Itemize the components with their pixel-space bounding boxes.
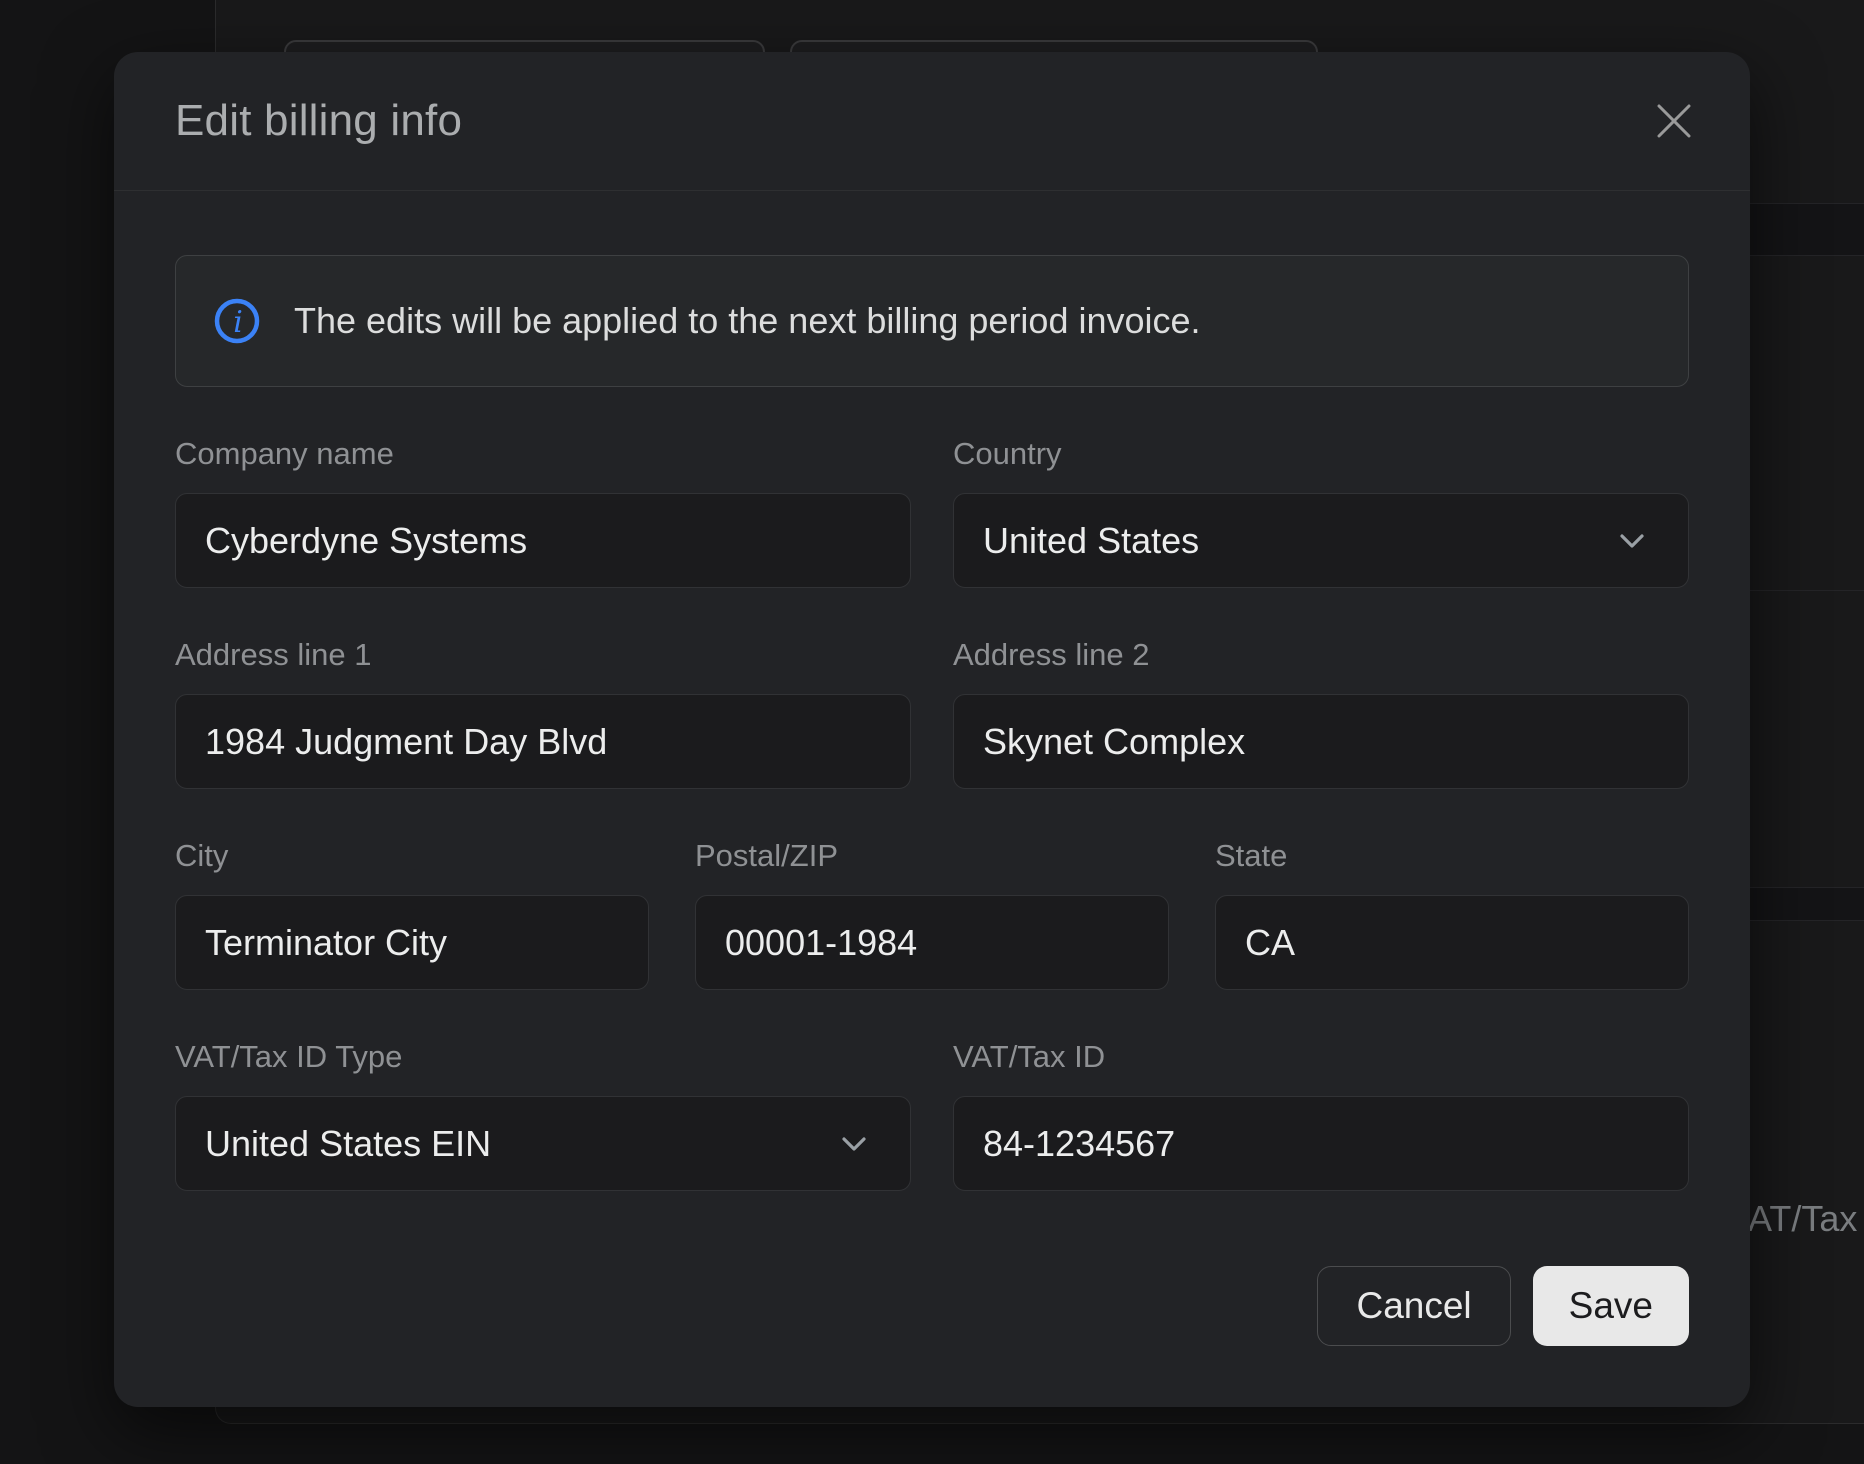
background-row-band: [1744, 888, 1864, 920]
svg-text:i: i: [233, 305, 243, 340]
vat-tax-id-label: VAT/Tax ID: [953, 1038, 1689, 1076]
background-divider: [1744, 887, 1864, 888]
state-label: State: [1215, 837, 1689, 875]
address-line-2-input[interactable]: [953, 694, 1689, 789]
address-line-2-label: Address line 2: [953, 636, 1689, 674]
company-name-label: Company name: [175, 435, 911, 473]
page: AT/Tax Edit billing info i: [0, 0, 1864, 1464]
country-label: Country: [953, 435, 1689, 473]
vat-tax-id-type-field-group: VAT/Tax ID Type United States EIN: [175, 1038, 911, 1191]
vat-tax-id-type-select[interactable]: United States EIN: [175, 1096, 911, 1191]
postal-zip-label: Postal/ZIP: [695, 837, 1169, 875]
country-select[interactable]: United States: [953, 493, 1689, 588]
chevron-down-icon: [1618, 533, 1646, 549]
chevron-down-icon: [840, 1136, 868, 1152]
vat-tax-id-type-selected-value: United States EIN: [205, 1123, 491, 1165]
company-name-input[interactable]: [175, 493, 911, 588]
edit-billing-info-dialog: Edit billing info i The edit: [114, 52, 1750, 1407]
background-divider: [1744, 920, 1864, 921]
city-field-group: City: [175, 837, 649, 990]
vat-tax-id-field-group: VAT/Tax ID: [953, 1038, 1689, 1191]
close-icon: [1656, 103, 1692, 139]
background-divider: [1744, 203, 1864, 204]
postal-zip-input[interactable]: [695, 895, 1169, 990]
close-button[interactable]: [1646, 93, 1702, 149]
country-selected-value: United States: [983, 520, 1199, 562]
country-field-group: Country United States: [953, 435, 1689, 588]
address-line-2-field-group: Address line 2: [953, 636, 1689, 789]
background-divider: [1744, 255, 1864, 256]
address-line-1-label: Address line 1: [175, 636, 911, 674]
vat-tax-id-type-label: VAT/Tax ID Type: [175, 1038, 911, 1076]
info-icon: i: [214, 298, 260, 344]
dialog-footer: Cancel Save: [114, 1266, 1750, 1407]
background-row-band: [1744, 204, 1864, 255]
cancel-button[interactable]: Cancel: [1317, 1266, 1510, 1346]
state-input[interactable]: [1215, 895, 1689, 990]
vat-tax-id-input[interactable]: [953, 1096, 1689, 1191]
city-label: City: [175, 837, 649, 875]
info-banner: i The edits will be applied to the next …: [175, 255, 1689, 387]
state-field-group: State: [1215, 837, 1689, 990]
dialog-body: i The edits will be applied to the next …: [114, 191, 1750, 1204]
background-clipped-text: AT/Tax: [1748, 1198, 1864, 1240]
address-line-1-input[interactable]: [175, 694, 911, 789]
background-divider: [1744, 590, 1864, 591]
dialog-header: Edit billing info: [114, 52, 1750, 191]
dialog-title: Edit billing info: [175, 96, 462, 146]
city-input[interactable]: [175, 895, 649, 990]
postal-zip-field-group: Postal/ZIP: [695, 837, 1169, 990]
company-name-field-group: Company name: [175, 435, 911, 588]
save-button[interactable]: Save: [1533, 1266, 1689, 1346]
info-banner-text: The edits will be applied to the next bi…: [294, 300, 1201, 342]
address-line-1-field-group: Address line 1: [175, 636, 911, 789]
